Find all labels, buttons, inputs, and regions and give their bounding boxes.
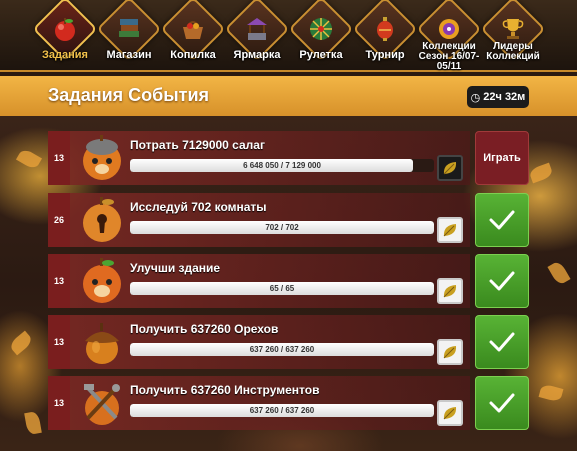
timer-text: 22ч 32м: [483, 91, 526, 103]
quest-level-badge: 13: [48, 254, 70, 308]
quest-progress-bar: 637 260 / 637 260: [130, 343, 434, 356]
nav-tab-leaders[interactable]: Лидеры Коллекций: [480, 0, 546, 72]
quest-reward: [437, 339, 463, 365]
nav-tab-roulette[interactable]: Рулетка: [288, 0, 354, 72]
quest-level-badge: 13: [48, 315, 70, 369]
quest-progress-text: 637 260 / 637 260: [249, 345, 315, 354]
quest-progress-text: 637 260 / 637 260: [249, 406, 315, 415]
keyhole-apple-icon: [83, 197, 121, 242]
checkmark-icon: [489, 271, 515, 291]
quest-progress-text: 702 / 702: [265, 223, 299, 232]
quest-progress-bar: 6 648 050 / 7 129 000: [130, 159, 434, 172]
quest-row: 13 Потрать 7129000 салаг 6 648 050 / 7 1…: [48, 131, 529, 185]
acorn-icon: [85, 323, 119, 364]
quest-reward: [437, 155, 463, 181]
leaf-icon: [443, 407, 457, 420]
quest-body: Исследуй 702 комнаты 702 / 702: [70, 193, 470, 247]
quest-reward: [437, 278, 463, 304]
top-nav-bar: Задания Магазин Копилка Ярмарка Рулетка …: [0, 0, 577, 72]
quest-level-badge: 13: [48, 376, 70, 430]
clock-icon: ◷: [470, 91, 481, 104]
play-button[interactable]: Играть: [475, 131, 529, 185]
hamster-apple-icon: [83, 135, 121, 180]
quest-body: Потрать 7129000 салаг 6 648 050 / 7 129 …: [70, 131, 470, 185]
nav-tab-fair[interactable]: Ярмарка: [224, 0, 290, 72]
nav-tab-piggybank[interactable]: Копилка: [160, 0, 226, 72]
play-button-label: Играть: [483, 152, 521, 164]
checkmark-icon: [489, 210, 515, 230]
quest-title: Получить 637260 Инструментов: [130, 383, 320, 397]
completed-check-button[interactable]: [475, 254, 529, 308]
quest-body: Получить 637260 Орехов 637 260 / 637 260: [70, 315, 470, 369]
quest-row: 13 Улучши здание 65 / 65: [48, 254, 529, 308]
hamster-apple-icon: [83, 258, 121, 303]
quest-row: 13 Получить 637260 Орехов 637 260 / 637 …: [48, 315, 529, 369]
quest-reward: [437, 217, 463, 243]
completed-check-button[interactable]: [475, 376, 529, 430]
quest-progress-bar: 702 / 702: [130, 221, 434, 234]
quest-title: Потрать 7129000 салаг: [130, 138, 265, 152]
checkmark-icon: [489, 332, 515, 352]
quest-level-badge: 13: [48, 131, 70, 185]
quest-progress-bar: 637 260 / 637 260: [130, 404, 434, 417]
nav-label-leaders: Лидеры Коллекций: [486, 41, 540, 62]
page-title: Задания События: [48, 85, 210, 105]
quest-progress-text: 65 / 65: [269, 284, 295, 293]
quest-title: Получить 637260 Орехов: [130, 322, 279, 336]
checkmark-icon: [489, 393, 515, 413]
tools-apple-icon: [84, 384, 120, 425]
quest-body: Улучши здание 65 / 65: [70, 254, 470, 308]
quest-title: Улучши здание: [130, 261, 221, 275]
quest-title: Исследуй 702 комнаты: [130, 200, 267, 214]
completed-check-button[interactable]: [475, 315, 529, 369]
nav-tab-shop[interactable]: Магазин: [96, 0, 162, 72]
quest-row: 26 Исследуй 702 комнаты 702 / 702: [48, 193, 529, 247]
quest-reward: [437, 400, 463, 426]
leaf-icon: [443, 346, 457, 359]
leaf-icon: [443, 162, 457, 175]
leaf-icon: [443, 224, 457, 237]
nav-tab-quests[interactable]: Задания: [32, 0, 98, 72]
quest-progress-bar: 65 / 65: [130, 282, 434, 295]
completed-check-button[interactable]: [475, 193, 529, 247]
leaf-icon: [443, 285, 457, 298]
event-title-bar: Задания События ◷ 22ч 32м: [0, 76, 577, 116]
quest-body: Получить 637260 Инструментов 637 260 / 6…: [70, 376, 470, 430]
quest-level-badge: 26: [48, 193, 70, 247]
event-timer: ◷ 22ч 32м: [467, 86, 529, 108]
quest-progress-text: 6 648 050 / 7 129 000: [243, 161, 321, 170]
quest-row: 13 Получить 637260 Инструментов 637 260 …: [48, 376, 529, 430]
